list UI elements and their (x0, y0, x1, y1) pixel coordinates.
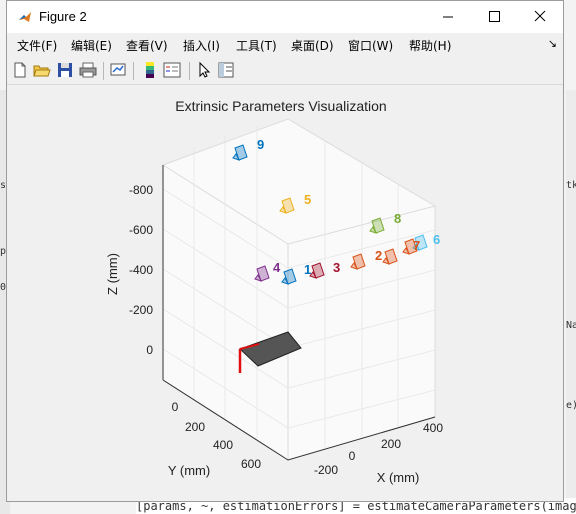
camera-label: 2 (375, 248, 382, 263)
z-tick-label: -400 (129, 263, 153, 277)
y-tick-label: 0 (172, 400, 179, 414)
menu-view[interactable]: 查看(V) (126, 37, 168, 54)
toolbar-separator (103, 62, 104, 80)
property-editor-icon[interactable] (217, 61, 235, 79)
title-bar[interactable]: Figure 2 (7, 1, 563, 33)
camera-label: 5 (304, 192, 311, 207)
x-tick-label: 0 (349, 449, 356, 463)
toolbar-separator (189, 62, 190, 80)
menu-dock-arrow-icon[interactable]: ↘ (548, 37, 557, 50)
save-icon[interactable] (56, 61, 74, 79)
axes-box (162, 118, 436, 461)
z-axis-label: Z (mm) (105, 253, 120, 295)
maximize-icon (489, 11, 500, 22)
y-tick-label: 400 (213, 438, 233, 452)
plot-area[interactable]: Extrinsic Parameters Visualization -800 … (7, 86, 563, 501)
camera-label: 6 (433, 232, 440, 247)
open-file-icon[interactable] (33, 61, 51, 79)
minimize-button[interactable] (425, 1, 471, 33)
menu-file[interactable]: 文件(F) (17, 37, 57, 54)
pointer-icon[interactable] (195, 61, 213, 79)
camera-label: 8 (394, 211, 401, 226)
minimize-icon (443, 16, 453, 18)
new-figure-icon[interactable] (11, 61, 29, 79)
camera-label: 9 (257, 137, 264, 152)
background-right-strip (566, 90, 576, 514)
menu-edit[interactable]: 编辑(E) (71, 37, 112, 54)
background-right-fragment: e) (566, 400, 576, 411)
x-tick-label: 400 (423, 421, 443, 435)
camera-label: 3 (333, 260, 340, 275)
menu-tools[interactable]: 工具(T) (236, 37, 277, 54)
x-tick-label: -200 (314, 463, 338, 477)
legend-icon[interactable] (163, 61, 181, 79)
plot-title: Extrinsic Parameters Visualization (175, 98, 386, 114)
figure-window: Figure 2 文件(F) 编辑(E) 查看(V) 插入(I) 工具(T) 桌… (6, 0, 564, 502)
colorbar-icon[interactable] (141, 61, 159, 79)
close-button[interactable] (517, 1, 563, 33)
y-axis-label: Y (mm) (168, 463, 210, 478)
toolbar (7, 57, 563, 85)
camera-label: 7 (413, 238, 420, 253)
link-plot-icon[interactable] (109, 61, 127, 79)
z-tick-label: -200 (129, 303, 153, 317)
menu-help[interactable]: 帮助(H) (409, 37, 451, 54)
z-axis-ticks: -800 -600 -400 -200 0 (129, 183, 153, 357)
x-tick-label: 200 (381, 437, 401, 451)
menu-bar: 文件(F) 编辑(E) 查看(V) 插入(I) 工具(T) 桌面(D) 窗口(W… (7, 33, 563, 57)
maximize-button[interactable] (471, 1, 517, 33)
menu-insert[interactable]: 插入(I) (183, 37, 220, 54)
x-axis-label: X (mm) (377, 470, 420, 485)
z-tick-label: 0 (146, 343, 153, 357)
background-right-fragment: tk (566, 180, 576, 191)
background-right-fragment: Na (566, 320, 576, 331)
close-icon (534, 10, 546, 22)
menu-desktop[interactable]: 桌面(D) (291, 37, 334, 54)
menu-window[interactable]: 窗口(W) (348, 37, 393, 54)
toolbar-separator (133, 62, 134, 80)
print-icon[interactable] (79, 61, 97, 79)
camera-label: 4 (273, 260, 281, 275)
z-tick-label: -800 (129, 183, 153, 197)
camera-label: 1 (304, 262, 311, 277)
z-tick-label: -600 (129, 223, 153, 237)
window-title: Figure 2 (39, 9, 87, 24)
matlab-logo-icon (17, 9, 33, 25)
y-tick-label: 600 (241, 457, 261, 471)
y-tick-label: 200 (185, 420, 205, 434)
